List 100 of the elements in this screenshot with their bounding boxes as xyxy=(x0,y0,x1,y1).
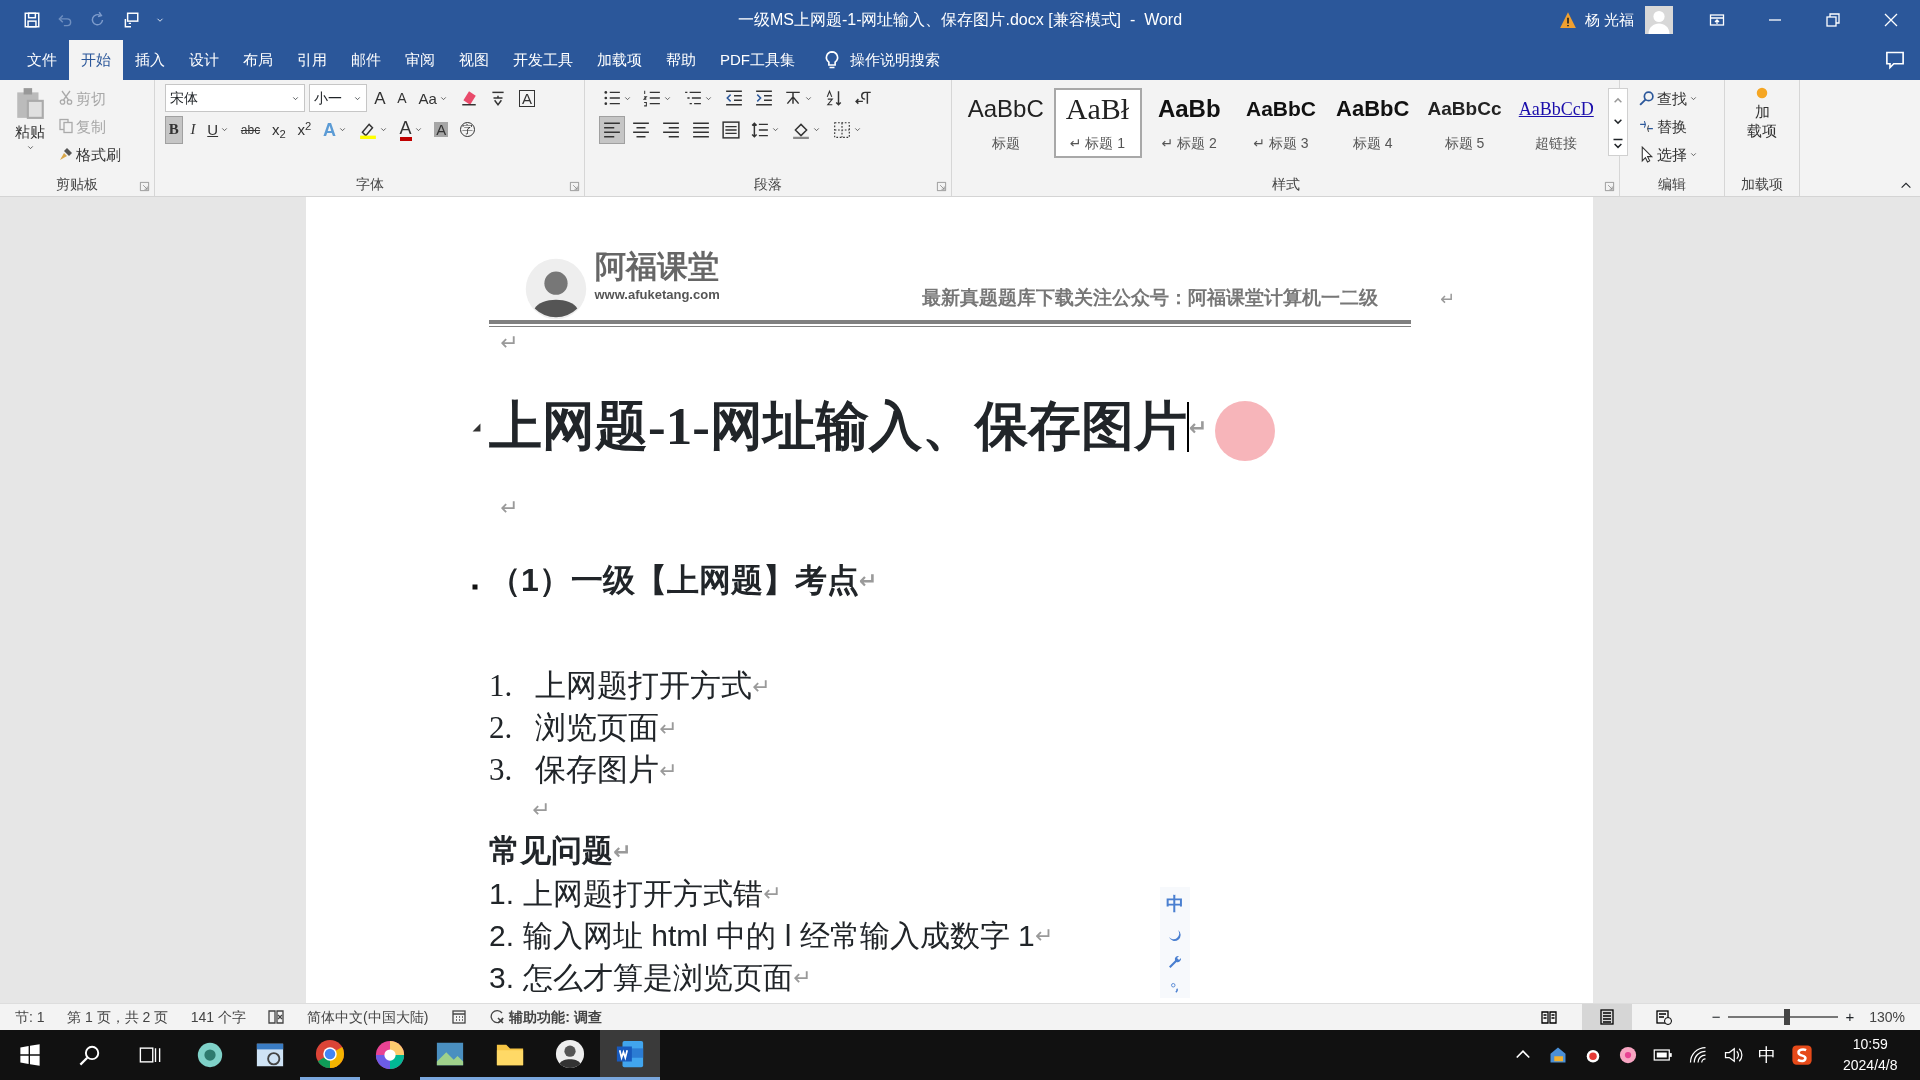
ribbon-tab[interactable]: 帮助 xyxy=(654,40,708,80)
search-icon[interactable] xyxy=(79,1044,101,1066)
replace-button[interactable]: 替换 xyxy=(1633,112,1702,140)
page-icon xyxy=(1598,1009,1615,1025)
left-button[interactable] xyxy=(598,115,625,144)
list-number: 3. xyxy=(489,750,514,789)
fontcolor-button[interactable]: A xyxy=(395,115,427,144)
status-text[interactable]: 简体中文(中国大陆) xyxy=(306,1006,429,1028)
user-name[interactable]: 杨 光福 xyxy=(1584,8,1634,32)
sup-button[interactable]: x$^{2}$ xyxy=(293,115,316,144)
style-gallery-item[interactable]: AaBbC 标题 4 xyxy=(1328,87,1417,158)
strike-button[interactable]: abc xyxy=(236,115,265,144)
close-icon[interactable] xyxy=(1883,12,1899,28)
grow-button[interactable]: A xyxy=(370,84,390,112)
task-view-icon[interactable] xyxy=(139,1044,161,1066)
status-text[interactable]: 节: 1 xyxy=(15,1006,45,1028)
tell-me-search[interactable]: 操作说明搜索 xyxy=(849,48,940,72)
ribbon-tab[interactable]: 加载项 xyxy=(585,40,654,80)
proofing-icon[interactable] xyxy=(268,1009,285,1025)
paste-button[interactable]: 粘贴 xyxy=(6,84,54,170)
sort-icon xyxy=(825,89,843,107)
save-icon[interactable] xyxy=(22,11,41,29)
network-app-icon[interactable] xyxy=(1548,1045,1568,1065)
shrink-button[interactable]: A xyxy=(393,84,411,112)
left-icon xyxy=(602,120,621,139)
ribbon-tab[interactable]: 视图 xyxy=(447,40,501,80)
accessibility-status[interactable]: 辅助功能: 调查 xyxy=(489,1006,602,1028)
ribbon-tab[interactable]: 引用 xyxy=(285,40,339,80)
find-button[interactable]: 查找 xyxy=(1633,84,1702,112)
volume-icon[interactable] xyxy=(1723,1045,1743,1065)
group-label: 剪贴板 xyxy=(56,175,98,194)
sub-button[interactable]: x$_{2}$ xyxy=(267,115,290,144)
painter-button[interactable]: 格式刷 xyxy=(54,140,125,168)
bold-button[interactable]: B xyxy=(164,115,183,144)
ribbon-tab[interactable]: PDF工具集 xyxy=(708,40,807,80)
ribbon-tab[interactable]: 开发工具 xyxy=(501,40,585,80)
case-button[interactable]: Aa xyxy=(414,84,452,112)
macro-icon[interactable] xyxy=(450,1009,467,1025)
book-icon xyxy=(1541,1009,1558,1025)
ime-toolbar[interactable]: 中 xyxy=(1160,887,1190,998)
zoom-level[interactable]: 130% xyxy=(1869,1006,1905,1028)
zoom-slider-thumb[interactable] xyxy=(1784,1009,1791,1025)
distribute-icon xyxy=(721,120,740,139)
style-gallery-item[interactable]: AaBł ↵ 标题 1 xyxy=(1053,87,1142,158)
paragraph-text: 上网题-1-网址输入、保存图片 xyxy=(489,396,1187,458)
flower-tray-icon[interactable] xyxy=(1618,1045,1638,1065)
wrench-icon[interactable] xyxy=(1167,954,1183,970)
ribbon-tab[interactable]: 设计 xyxy=(177,40,231,80)
paragraph-text: 上网题打开方式错 xyxy=(523,875,763,912)
paragraph-mark: ↵ xyxy=(532,795,551,824)
scissors-icon xyxy=(58,90,74,106)
zoom-out-button[interactable]: − xyxy=(1711,1005,1721,1029)
click-indicator xyxy=(1215,401,1275,461)
select-button[interactable]: 选择 xyxy=(1633,140,1702,168)
input-method-indicator[interactable]: 中 xyxy=(1758,1041,1776,1069)
collapse-icon[interactable] xyxy=(472,422,481,432)
ribbon-tab[interactable]: 布局 xyxy=(231,40,285,80)
shading-button[interactable]: A xyxy=(430,115,453,144)
style-gallery-item[interactable]: AaBbC 标题 xyxy=(961,87,1050,158)
ime-mode-label[interactable]: 中 xyxy=(1166,891,1184,918)
clock-date[interactable]: 2024/4/8 xyxy=(1843,1055,1898,1076)
underline-button[interactable]: U xyxy=(203,115,234,144)
paragraph-mark: ↵ xyxy=(763,879,782,908)
wifi-icon[interactable] xyxy=(1688,1045,1708,1065)
start-icon[interactable] xyxy=(19,1044,41,1066)
ribbon-display-icon[interactable] xyxy=(1709,12,1725,28)
word-document-icon xyxy=(615,1038,645,1069)
style-gallery-item[interactable]: AaBbC ↵ 标题 3 xyxy=(1237,87,1325,158)
style-gallery-item[interactable]: AaBbCc 标题 5 xyxy=(1420,87,1509,158)
enclose-button[interactable]: 字 xyxy=(456,115,480,144)
add-ins-button[interactable]: 加 载项 xyxy=(1743,84,1781,164)
style-gallery-item[interactable]: AaBbCcD 超链接 xyxy=(1512,87,1601,158)
border-button[interactable]: A xyxy=(515,84,540,112)
font-size-field[interactable]: 小一 xyxy=(308,84,367,112)
ribbon-tab[interactable]: 开始 xyxy=(69,40,123,80)
browser-icon xyxy=(315,1038,345,1069)
status-text[interactable]: 第 1 页，共 2 页 xyxy=(67,1006,169,1028)
avatar-icon xyxy=(525,258,587,320)
comments-icon[interactable] xyxy=(1885,50,1905,70)
ribbon-tab[interactable]: 文件 xyxy=(15,40,69,80)
paintbrush-icon xyxy=(58,146,74,162)
italic-button[interactable]: I xyxy=(186,115,200,144)
print-view-button[interactable] xyxy=(1581,1004,1632,1030)
caret-icon xyxy=(25,143,35,152)
layout-icon xyxy=(784,89,803,107)
ribbon-tab[interactable]: 插入 xyxy=(123,40,177,80)
warning-icon[interactable] xyxy=(1559,11,1578,29)
sogou-input-icon[interactable] xyxy=(1791,1044,1813,1066)
multilevel-icon xyxy=(684,89,702,107)
marks-icon xyxy=(854,89,873,107)
status-text[interactable]: 141 个字 xyxy=(190,1006,246,1028)
list-number: 1. xyxy=(489,875,516,912)
zoom-in-button[interactable]: + xyxy=(1845,1005,1855,1029)
font-name-field[interactable]: 宋体 xyxy=(164,84,305,112)
restore-icon[interactable] xyxy=(1825,12,1841,28)
ribbon-tab[interactable]: 邮件 xyxy=(339,40,393,80)
ribbon-tab[interactable]: 审阅 xyxy=(393,40,447,80)
outdent-icon xyxy=(724,89,743,107)
clock-time[interactable]: 10:59 xyxy=(1852,1034,1888,1055)
style-gallery-item[interactable]: AaBb ↵ 标题 2 xyxy=(1145,87,1234,158)
